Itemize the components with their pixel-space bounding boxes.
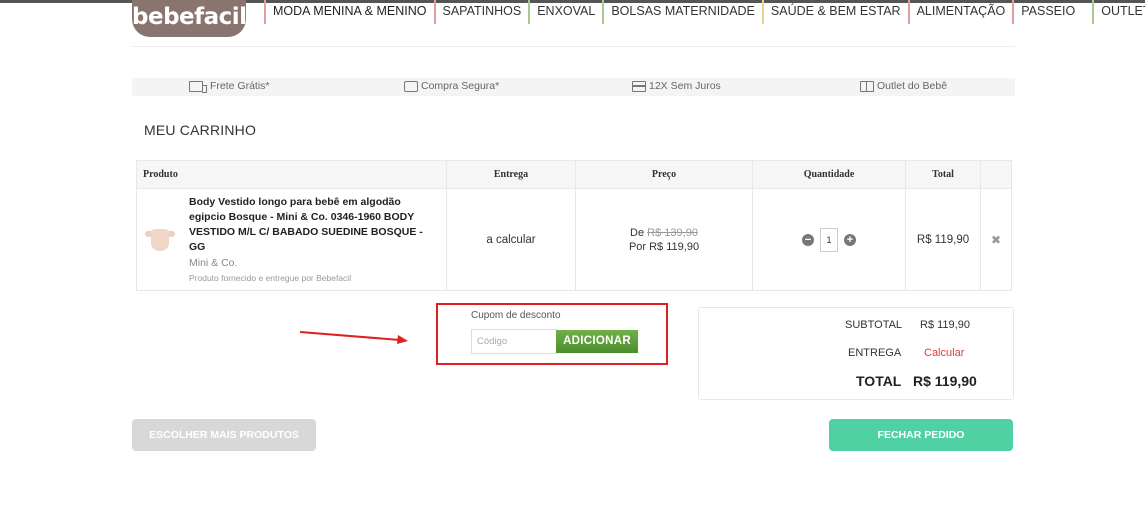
card-icon	[632, 80, 646, 92]
add-coupon-button[interactable]: ADICIONAR	[556, 330, 638, 353]
delivery-cell: a calcular	[446, 188, 576, 291]
coupon-label: Cupom de desconto	[471, 310, 561, 321]
quantity-stepper: − 1 +	[753, 227, 905, 252]
calculate-delivery-link[interactable]: Calcular	[924, 347, 964, 359]
header-quantidade: Quantidade	[752, 160, 906, 189]
cart-table: Produto Entrega Preço Quantidade Total B…	[136, 160, 1012, 291]
header-produto: Produto	[136, 160, 447, 189]
product-thumbnail[interactable]	[145, 225, 175, 255]
nav-item-alimentacao[interactable]: ALIMENTAÇÃO	[907, 0, 1013, 24]
price-old: R$ 139,90	[647, 226, 698, 239]
nav-item-bolsas[interactable]: BOLSAS MATERNIDADE	[602, 0, 762, 24]
product-brand: Mini & Co.	[189, 257, 238, 269]
main-nav: MODA MENINA & MENINO SAPATINHOS ENXOVAL …	[264, 0, 1145, 24]
product-supplier: Produto fornecido e entregue por Bebefac…	[189, 273, 352, 283]
quantity-input[interactable]: 1	[820, 227, 838, 252]
benefit-frete: Frete Grátis*	[189, 80, 270, 93]
benefit-label: 12X Sem Juros	[649, 80, 721, 92]
total-value: R$ 119,90	[913, 373, 977, 389]
benefit-outlet: Outlet do Bebê	[860, 80, 947, 92]
price-old-line: De R$ 139,90	[576, 227, 752, 239]
benefit-label: Frete Grátis*	[210, 80, 270, 92]
header-preco: Preço	[575, 160, 753, 189]
header-remove	[980, 160, 1012, 189]
more-products-button[interactable]: ESCOLHER MAIS PRODUTOS	[132, 419, 316, 451]
shield-icon	[404, 80, 418, 92]
price-old-prefix: De	[630, 226, 645, 239]
header-total: Total	[905, 160, 981, 189]
benefit-label: Compra Segura*	[421, 80, 500, 92]
header-divider	[132, 46, 1015, 47]
nav-item-sapatinhos[interactable]: SAPATINHOS	[433, 0, 529, 24]
product-info: Body Vestido longo para bebê em algodão …	[189, 195, 434, 283]
checkout-button[interactable]: FECHAR PEDIDO	[829, 419, 1013, 451]
brand-logo[interactable]: bebefacil	[132, 0, 247, 37]
total-cell: R$ 119,90	[905, 188, 981, 291]
table-header-row: Produto Entrega Preço Quantidade Total	[136, 160, 1012, 189]
nav-item-moda[interactable]: MODA MENINA & MENINO	[264, 0, 434, 24]
benefits-bar: Frete Grátis* Compra Segura* 12X Sem Jur…	[132, 78, 1015, 96]
total-label: TOTAL	[856, 373, 902, 389]
truck-icon	[189, 80, 207, 93]
coupon-section: Cupom de desconto Código ADICIONAR	[436, 303, 668, 365]
price-new: Por R$ 119,90	[628, 240, 700, 253]
table-row: Body Vestido longo para bebê em algodão …	[136, 188, 1012, 291]
page-title: MEU CARRINHO	[144, 122, 257, 138]
benefit-compra-segura: Compra Segura*	[404, 80, 499, 92]
benefit-label: Outlet do Bebê	[877, 80, 948, 92]
close-icon[interactable]: ✖	[991, 233, 1001, 247]
delivery-label: ENTREGA	[848, 347, 902, 359]
nav-item-outlet[interactable]: OUTLET	[1092, 0, 1145, 24]
product-cell: Body Vestido longo para bebê em algodão …	[136, 188, 447, 291]
coupon-input[interactable]: Código	[471, 329, 557, 354]
annotation-arrow-icon	[300, 331, 408, 344]
gift-icon	[860, 80, 874, 92]
nav-item-passeio[interactable]: PASSEIO	[1012, 0, 1082, 24]
benefit-juros: 12X Sem Juros	[632, 80, 721, 92]
nav-item-saude[interactable]: SAÚDE & BEM ESTAR	[761, 0, 908, 24]
subtotal-label: SUBTOTAL	[845, 319, 903, 331]
minus-icon[interactable]: −	[802, 233, 814, 246]
quantity-cell: − 1 +	[752, 188, 906, 291]
product-name[interactable]: Body Vestido longo para bebê em algodão …	[189, 195, 434, 255]
header-entrega: Entrega	[446, 160, 576, 189]
order-summary: SUBTOTAL R$ 119,90 ENTREGA Calcular TOTA…	[698, 307, 1014, 400]
remove-cell: ✖	[980, 188, 1012, 291]
price-cell: De R$ 139,90 Por R$ 119,90	[575, 188, 753, 291]
nav-item-enxoval[interactable]: ENXOVAL	[528, 0, 602, 24]
plus-icon[interactable]: +	[844, 233, 856, 246]
subtotal-value: R$ 119,90	[920, 319, 970, 331]
